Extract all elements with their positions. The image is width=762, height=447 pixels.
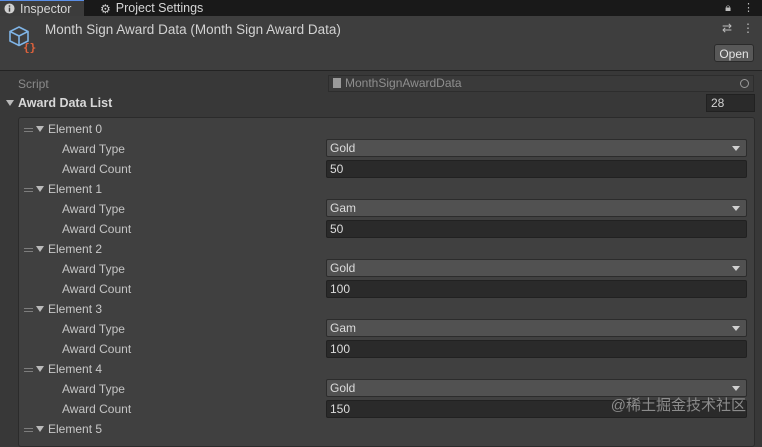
scriptable-object-icon: {} [9, 26, 36, 54]
chevron-down-icon [732, 326, 740, 331]
script-value: MonthSignAwardData [345, 76, 462, 90]
inspector-header: {} Month Sign Award Data (Month Sign Awa… [0, 16, 762, 71]
award-type-dropdown[interactable]: Gold [326, 259, 747, 277]
list-label: Award Data List [18, 96, 113, 110]
award-count-field[interactable]: 100 [326, 280, 747, 298]
foldout-arrow-icon [36, 186, 44, 192]
dropdown-value: Gam [330, 201, 357, 215]
chevron-down-icon [732, 386, 740, 391]
drag-handle-icon[interactable] [24, 306, 33, 314]
element-label: Element 1 [48, 182, 103, 196]
foldout-arrow-icon [6, 100, 14, 106]
gear-icon: ⚙ [100, 2, 111, 16]
award-count-field[interactable]: 100 [326, 340, 747, 358]
chevron-down-icon [732, 266, 740, 271]
foldout-arrow-icon [36, 366, 44, 372]
award-type-label: Award Type [62, 202, 125, 216]
watermark: @稀土掘金技术社区 [610, 397, 746, 414]
more-menu-icon[interactable]: ⋮ [742, 21, 754, 35]
element-0-foldout[interactable]: Element 0 [24, 121, 102, 137]
award-type-label: Award Type [62, 382, 125, 396]
element-label: Element 5 [48, 422, 103, 436]
award-count-label: Award Count [62, 342, 132, 356]
element-label: Element 3 [48, 302, 103, 316]
element-5-foldout[interactable]: Element 5 [24, 421, 102, 437]
lock-icon[interactable]: 🔒︎ [725, 2, 731, 14]
award-type-label: Award Type [62, 142, 125, 156]
tab-tools: 🔒︎ ⋮ [713, 0, 754, 16]
element-1-foldout[interactable]: Element 1 [24, 181, 102, 197]
element-2-foldout[interactable]: Element 2 [24, 241, 102, 257]
more-menu-icon[interactable]: ⋮ [743, 2, 754, 14]
drag-handle-icon[interactable] [24, 186, 33, 194]
dropdown-value: Gold [330, 261, 356, 275]
drag-handle-icon[interactable] [24, 366, 33, 374]
foldout-arrow-icon [36, 246, 44, 252]
award-count-label: Award Count [62, 222, 132, 236]
script-file-icon [333, 78, 341, 88]
script-field[interactable]: MonthSignAwardData [328, 75, 754, 92]
tab-inspector[interactable]: Inspector [0, 0, 84, 16]
open-button[interactable]: Open [714, 44, 754, 62]
foldout-arrow-icon [36, 426, 44, 432]
drag-handle-icon[interactable] [24, 126, 33, 134]
script-label: Script [18, 77, 49, 91]
award-type-dropdown[interactable]: Gold [326, 139, 747, 157]
chevron-down-icon [732, 146, 740, 151]
element-4-foldout[interactable]: Element 4 [24, 361, 102, 377]
element-label: Element 0 [48, 122, 103, 136]
award-count-field[interactable]: 50 [326, 220, 747, 238]
award-count-label: Award Count [62, 162, 132, 176]
element-3-foldout[interactable]: Element 3 [24, 301, 102, 317]
tab-project-settings[interactable]: ⚙ Project Settings [96, 0, 230, 16]
tab-bar: Inspector ⚙ Project Settings 🔒︎ ⋮ [0, 0, 762, 16]
award-data-list-foldout[interactable]: Award Data List [6, 96, 112, 110]
drag-handle-icon[interactable] [24, 426, 33, 434]
element-label: Element 2 [48, 242, 103, 256]
award-count-label: Award Count [62, 282, 132, 296]
header-tools: ⇄ ⋮ [712, 21, 754, 35]
drag-handle-icon[interactable] [24, 246, 33, 254]
chevron-down-icon [732, 206, 740, 211]
info-icon [4, 3, 15, 14]
award-type-label: Award Type [62, 322, 125, 336]
award-count-label: Award Count [62, 402, 132, 416]
element-label: Element 4 [48, 362, 103, 376]
list-size-field[interactable]: 28 [706, 94, 755, 112]
settings-sliders-icon[interactable]: ⇄ [722, 21, 732, 35]
foldout-arrow-icon [36, 126, 44, 132]
award-type-dropdown[interactable]: Gam [326, 319, 747, 337]
object-picker-icon[interactable] [740, 79, 749, 88]
tab-label: Project Settings [115, 1, 204, 15]
asset-title: Month Sign Award Data (Month Sign Award … [45, 22, 341, 37]
svg-text:{}: {} [23, 41, 36, 54]
foldout-arrow-icon [36, 306, 44, 312]
award-count-field[interactable]: 50 [326, 160, 747, 178]
dropdown-value: Gold [330, 141, 356, 155]
award-type-label: Award Type [62, 262, 125, 276]
award-type-dropdown[interactable]: Gam [326, 199, 747, 217]
dropdown-value: Gold [330, 381, 356, 395]
tab-label: Inspector [20, 2, 72, 16]
dropdown-value: Gam [330, 321, 357, 335]
